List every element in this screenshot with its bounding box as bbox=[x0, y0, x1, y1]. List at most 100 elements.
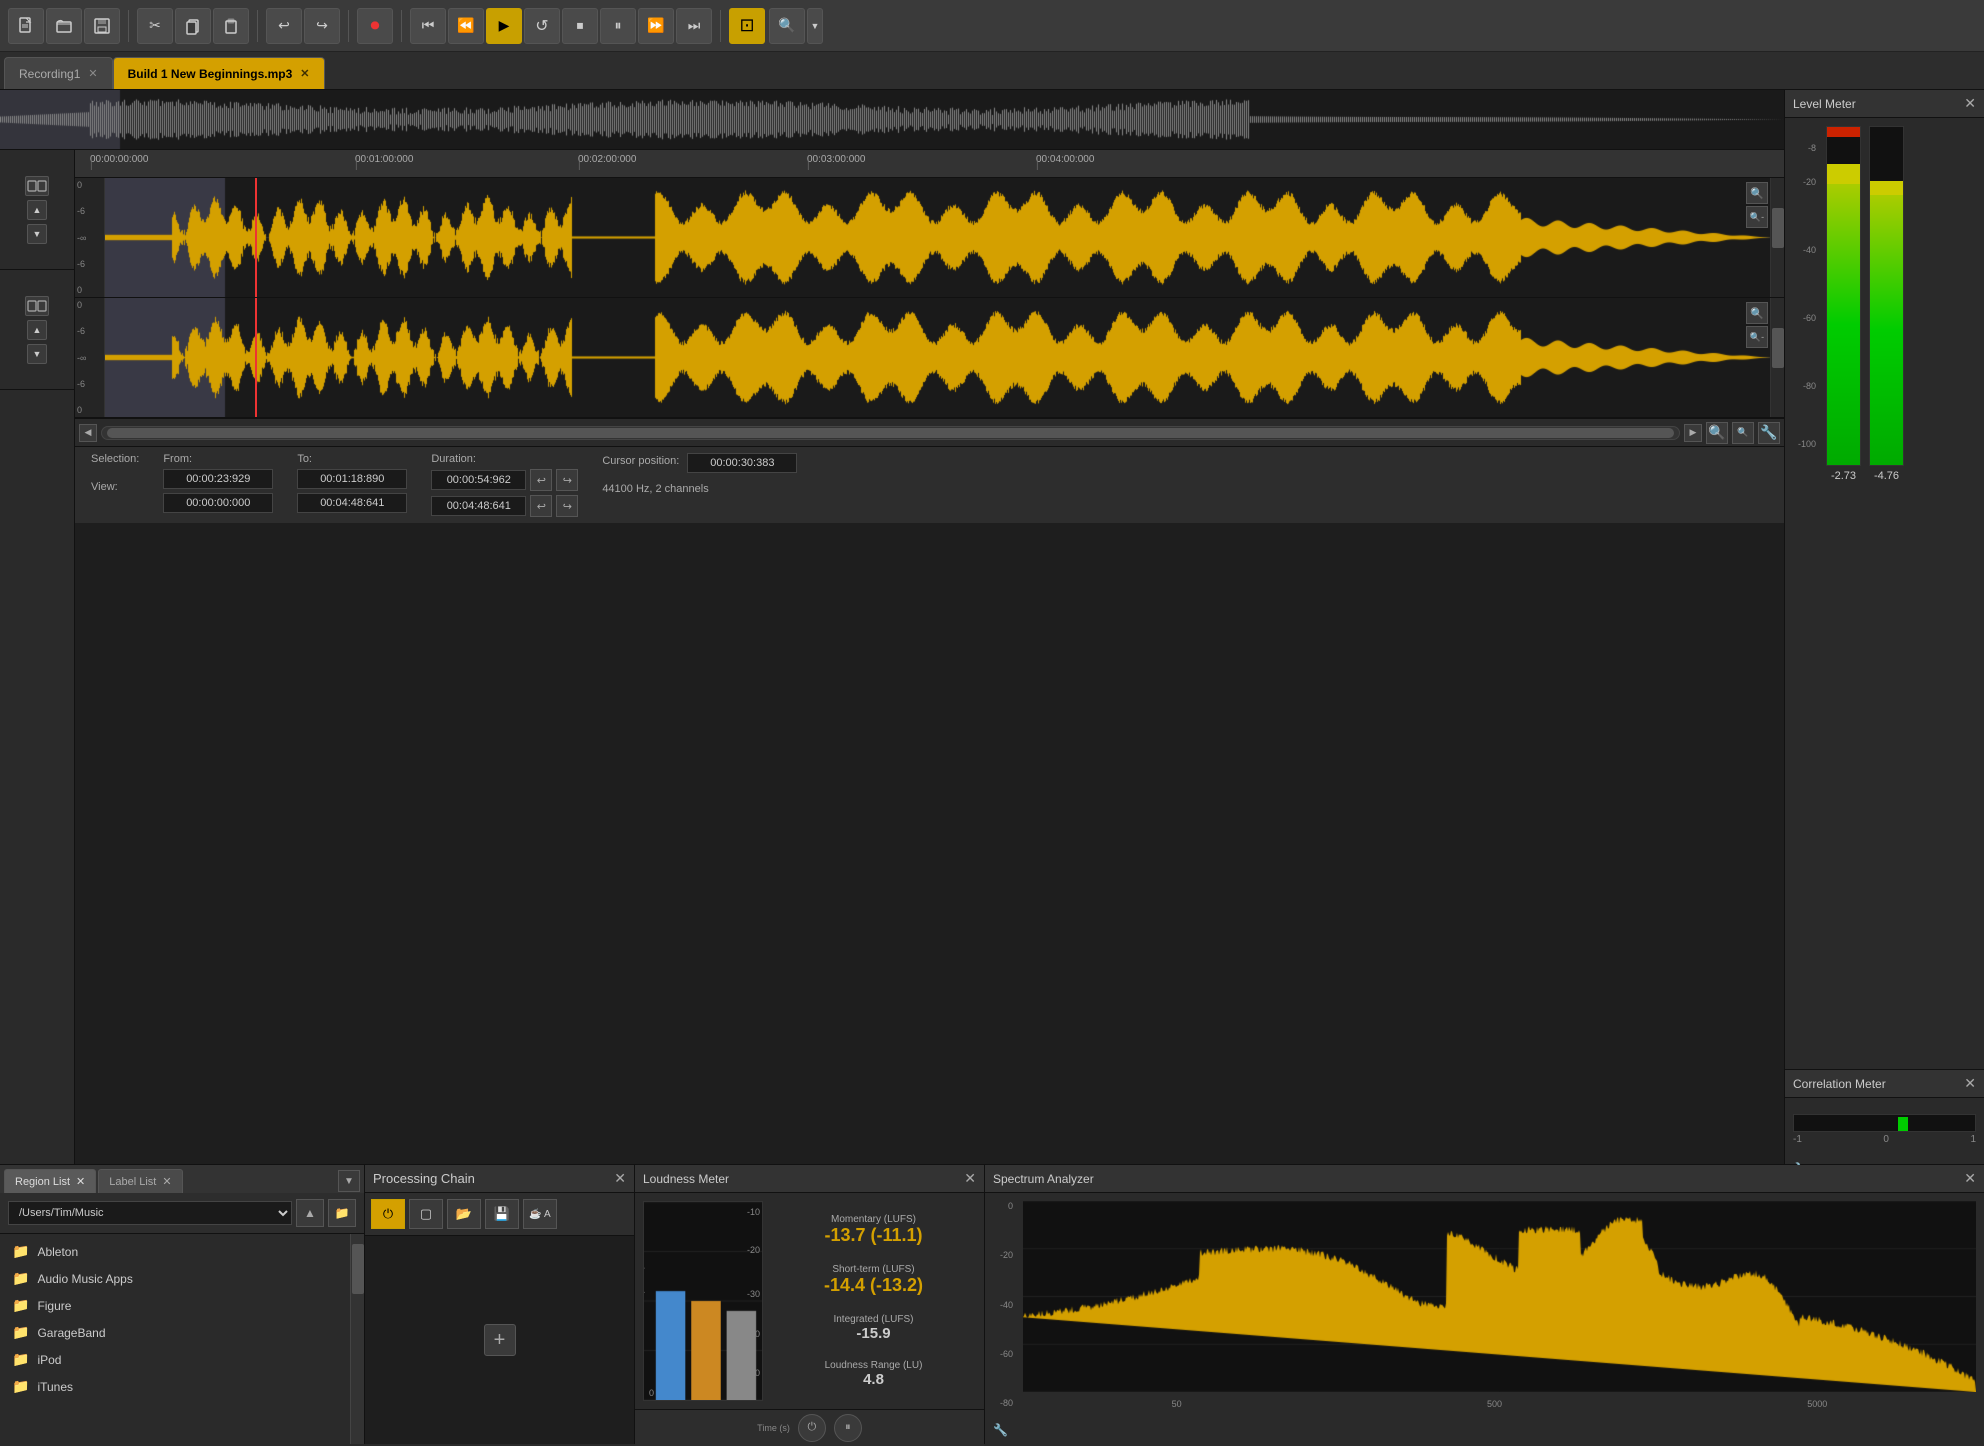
tab-region-list[interactable]: Region List ✕ bbox=[4, 1169, 96, 1193]
zoom-in-btn-bottom[interactable]: 🔍 bbox=[1746, 302, 1768, 324]
meter-fill-ch1-green bbox=[1827, 184, 1860, 465]
tab-label-list[interactable]: Label List ✕ bbox=[98, 1169, 182, 1193]
file-item-garageband[interactable]: 📁 GarageBand bbox=[0, 1319, 350, 1346]
redo-button[interactable]: ↪ bbox=[304, 8, 340, 44]
scroll-left-btn[interactable]: ◀ bbox=[79, 424, 97, 442]
meter-fill-ch2-green bbox=[1870, 195, 1903, 465]
view-to-field[interactable] bbox=[297, 493, 407, 513]
pause-button[interactable]: ⏸ bbox=[600, 8, 636, 44]
rewind-start-button[interactable]: ⏮ bbox=[410, 8, 446, 44]
proc-save-btn[interactable]: 💾 bbox=[485, 1199, 519, 1229]
track-waveform-bottom[interactable]: 0-6-∞-60 🔍 🔍- bbox=[75, 298, 1784, 418]
stop-button[interactable]: ⏹ bbox=[562, 8, 598, 44]
shortterm-label: Short-term (LUFS) bbox=[775, 1264, 972, 1275]
view-duration-field[interactable] bbox=[431, 496, 526, 516]
open-button[interactable] bbox=[46, 8, 82, 44]
folder-icon-garageband: 📁 bbox=[12, 1324, 29, 1341]
tabs-bar: Recording1 ✕ Build 1 New Beginnings.mp3 … bbox=[0, 52, 1984, 90]
file-item-ipod[interactable]: 📁 iPod bbox=[0, 1346, 350, 1373]
track1-stereo-btn[interactable] bbox=[25, 176, 49, 196]
proc-power-btn[interactable]: ⏻ bbox=[371, 1199, 405, 1229]
transport-buttons: ⏮ ⏪ ▶ ↺ ⏹ ⏸ ⏩ ⏭ bbox=[410, 8, 712, 44]
selection-from-field[interactable] bbox=[163, 469, 273, 489]
loudness-meter-close[interactable]: ✕ bbox=[964, 1170, 976, 1187]
level-meter-close[interactable]: ✕ bbox=[1964, 95, 1976, 112]
track1-up-btn[interactable]: ▲ bbox=[27, 200, 47, 220]
record-button[interactable]: ⏺ bbox=[357, 8, 393, 44]
rewind-button[interactable]: ⏪ bbox=[448, 8, 484, 44]
paste-button[interactable] bbox=[213, 8, 249, 44]
view-redo-btn[interactable]: ↪ bbox=[556, 495, 578, 517]
track2-up-btn[interactable]: ▲ bbox=[27, 320, 47, 340]
snap-button[interactable]: ⊡ bbox=[729, 8, 765, 44]
search-button[interactable]: 🔍 bbox=[769, 8, 805, 44]
track-waveform-top[interactable]: 0-6-∞-60 🔍 🔍- bbox=[75, 178, 1784, 298]
processing-chain-title: Processing Chain bbox=[373, 1171, 614, 1186]
processing-chain-close[interactable]: ✕ bbox=[614, 1170, 626, 1187]
save-button[interactable] bbox=[84, 8, 120, 44]
copy-button[interactable] bbox=[175, 8, 211, 44]
vscrollbar[interactable] bbox=[350, 1234, 364, 1444]
track2-down-btn[interactable]: ▼ bbox=[27, 344, 47, 364]
selection-to-field[interactable] bbox=[297, 469, 407, 489]
integrated-label: Integrated (LUFS) bbox=[775, 1314, 972, 1325]
search-dropdown-button[interactable]: ▼ bbox=[807, 8, 823, 44]
level-meter-ch2: -4.76 bbox=[1869, 126, 1904, 1059]
processing-panel: Processing Chain ✕ ⏻ ▢ 📂 💾 ☕ A + bbox=[365, 1165, 635, 1444]
proc-square-btn[interactable]: ▢ bbox=[409, 1199, 443, 1229]
cut-button[interactable]: ✂ bbox=[137, 8, 173, 44]
path-folder-btn[interactable]: 📁 bbox=[328, 1199, 356, 1227]
to-label: To: bbox=[297, 453, 407, 465]
view-undo-btn[interactable]: ↩ bbox=[530, 495, 552, 517]
sel-redo-btn[interactable]: ↪ bbox=[556, 469, 578, 491]
zoom-out-btn-bottom[interactable]: 🔍- bbox=[1746, 326, 1768, 348]
level-scale: -8 -20 -40 -60 -80 -100 bbox=[1793, 126, 1818, 466]
proc-open-btn[interactable]: 📂 bbox=[447, 1199, 481, 1229]
zoom-out-hbar[interactable]: 🔍 bbox=[1732, 422, 1754, 444]
zoom-in-hbar[interactable]: 🔍 bbox=[1706, 422, 1728, 444]
tab-recording1[interactable]: Recording1 ✕ bbox=[4, 57, 113, 89]
spectrum-analyzer-close[interactable]: ✕ bbox=[1964, 1170, 1976, 1187]
track2-stereo-btn[interactable] bbox=[25, 296, 49, 316]
zoom-in-btn-top[interactable]: 🔍 bbox=[1746, 182, 1768, 204]
path-select[interactable]: /Users/Tim/Music bbox=[8, 1201, 292, 1225]
loudness-power-btn[interactable]: ⏻ bbox=[798, 1414, 826, 1442]
file-item-figure[interactable]: 📁 Figure bbox=[0, 1292, 350, 1319]
file-item-itunes[interactable]: 📁 iTunes bbox=[0, 1373, 350, 1400]
path-up-btn[interactable]: ▲ bbox=[296, 1199, 324, 1227]
tab-build1[interactable]: Build 1 New Beginnings.mp3 ✕ bbox=[113, 57, 325, 89]
track-editor: ▲ ▼ ▲ ▼ 00:00:00:000 00:01:00:000 00:02:… bbox=[0, 150, 1784, 1164]
forward-button[interactable]: ⏩ bbox=[638, 8, 674, 44]
forward-end-button[interactable]: ⏭ bbox=[676, 8, 712, 44]
new-button[interactable] bbox=[8, 8, 44, 44]
file-item-audio-music-apps[interactable]: 📁 Audio Music Apps bbox=[0, 1265, 350, 1292]
processing-chain-add-btn[interactable]: + bbox=[484, 1324, 516, 1356]
label-list-close[interactable]: ✕ bbox=[162, 1175, 171, 1188]
tools-btn[interactable]: 🔧 bbox=[1758, 422, 1780, 444]
zoom-out-btn-top[interactable]: 🔍- bbox=[1746, 206, 1768, 228]
region-list-close[interactable]: ✕ bbox=[76, 1175, 85, 1188]
scale-mark--80: -80 bbox=[1803, 381, 1816, 391]
undo-button[interactable]: ↩ bbox=[266, 8, 302, 44]
proc-extra-btn[interactable]: ☕ A bbox=[523, 1199, 557, 1229]
path-bar: /Users/Tim/Music ▲ 📁 bbox=[0, 1193, 364, 1234]
file-item-ableton[interactable]: 📁 Ableton bbox=[0, 1238, 350, 1265]
view-from-field[interactable] bbox=[163, 493, 273, 513]
overview-waveform[interactable]: // We'll draw this via JavaScript below bbox=[0, 90, 1784, 150]
cursor-position-field[interactable] bbox=[687, 453, 797, 473]
tab-build1-close[interactable]: ✕ bbox=[300, 67, 309, 80]
hscrollbar[interactable] bbox=[101, 426, 1680, 440]
play-button[interactable]: ▶ bbox=[486, 8, 522, 44]
selection-duration-field[interactable] bbox=[431, 470, 526, 490]
loudness-pause-btn[interactable]: ⏸ bbox=[834, 1414, 862, 1442]
tab-recording1-close[interactable]: ✕ bbox=[88, 67, 97, 80]
loop-button[interactable]: ↺ bbox=[524, 8, 560, 44]
scroll-right-btn[interactable]: ▶ bbox=[1684, 424, 1702, 442]
track1-down-btn[interactable]: ▼ bbox=[27, 224, 47, 244]
correlation-meter-close[interactable]: ✕ bbox=[1964, 1075, 1976, 1092]
sel-undo-btn[interactable]: ↩ bbox=[530, 469, 552, 491]
loudness-values: Momentary (LUFS) -13.7 (-11.1) Short-ter… bbox=[771, 1201, 976, 1401]
panel-chevron-btn[interactable]: ▼ bbox=[338, 1170, 360, 1192]
spectrum-wrench-icon[interactable]: 🔧 bbox=[993, 1423, 1008, 1437]
correlation-label-1: 1 bbox=[1970, 1134, 1976, 1145]
